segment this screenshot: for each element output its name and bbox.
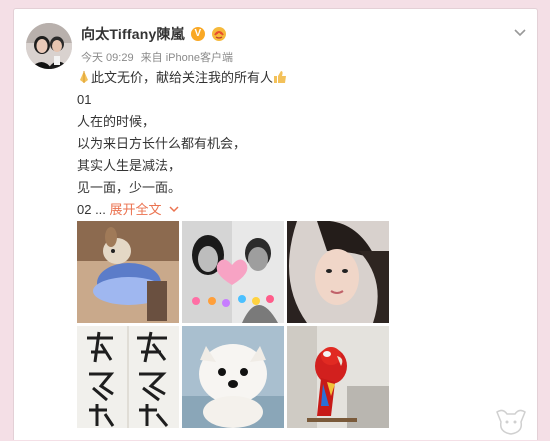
expand-label: 展开全文 [109, 202, 162, 217]
parrot-photo[interactable] [287, 326, 389, 428]
post-line-6: 见一面，少一面。 [77, 180, 182, 195]
post-line-text: 此文无价，献给关注我的所有人 [91, 70, 274, 85]
member-medal-icon[interactable] [211, 26, 227, 42]
dog-in-dress-photo[interactable] [77, 221, 179, 323]
truncated-prefix: 02 ... [77, 202, 106, 217]
woman-portrait-photo[interactable] [287, 221, 389, 323]
weibo-post-card: 向太Tiffany陳嵐 V 今天 09:29 来自 iPhone客户端 此文无价… [13, 8, 538, 440]
post-source: 来自 iPhone客户端 [140, 52, 233, 64]
expand-full-text-link[interactable]: 展开全文 [110, 202, 180, 217]
calligraphy-photo[interactable] [77, 326, 179, 428]
chevron-down-icon[interactable] [513, 25, 527, 37]
author-name[interactable]: 向太Tiffany陳嵐 [81, 24, 185, 44]
thumbs-up-icon [273, 69, 287, 83]
post-line-4: 以为来日方长什么都有机会， [77, 136, 247, 151]
chevron-down-icon [169, 206, 179, 213]
post-meta: 今天 09:29 来自 iPhone客户端 [81, 49, 233, 65]
couple-hearts-photo[interactable] [182, 221, 284, 323]
post-line-1: 此文无价，献给关注我的所有人 [77, 67, 517, 89]
author-avatar[interactable] [26, 23, 72, 69]
post-text: 此文无价，献给关注我的所有人 01 人在的时候， 以为来日方长什么都有机会， 其… [77, 67, 517, 221]
praying-hands-icon [77, 69, 91, 83]
post-time[interactable]: 今天 09:29 [81, 52, 134, 64]
post-line-5: 其实人生是减法， [77, 158, 182, 173]
watermark-logo [493, 406, 529, 436]
post-line-3: 人在的时候， [77, 114, 156, 129]
post-line-7: 02 ... 展开全文 [77, 199, 517, 221]
post-line-2: 01 [77, 92, 92, 107]
verified-badge-icon: V [190, 27, 205, 41]
author-row: 向太Tiffany陳嵐 V [81, 23, 227, 45]
puppy-photo[interactable] [182, 326, 284, 428]
